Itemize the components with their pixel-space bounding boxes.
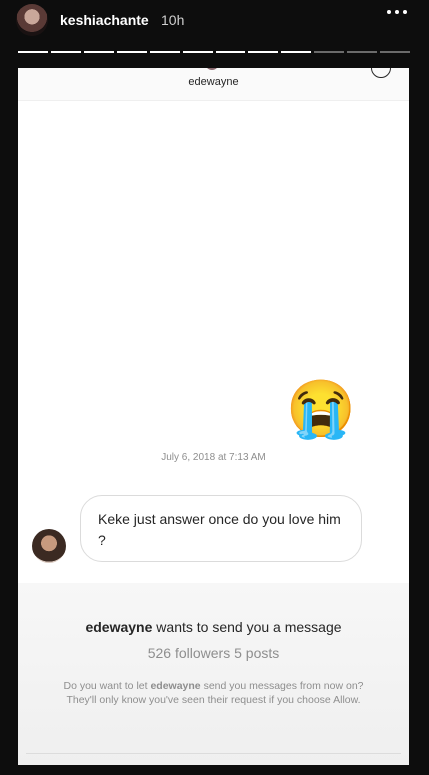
- request-wants-text: wants to send you a message: [156, 619, 342, 635]
- story-progress-segment: [215, 51, 246, 53]
- sender-avatar[interactable]: [32, 529, 66, 563]
- chat-header-avatar: [205, 68, 219, 70]
- request-title: edewayne wants to send you a message: [18, 619, 409, 635]
- divider: [26, 753, 401, 754]
- story-progress-segment: [149, 51, 180, 53]
- story-time: 10h: [161, 12, 185, 28]
- more-options-icon[interactable]: [387, 10, 407, 14]
- story-progress-bar: [18, 51, 411, 53]
- message-bubble: Keke just answer once do you love him ?: [80, 495, 362, 562]
- story-author-username[interactable]: keshiachante: [60, 12, 149, 28]
- story-header: keshiachante 10h: [0, 0, 429, 68]
- request-stats: 526 followers 5 posts: [18, 645, 409, 661]
- story-progress-segment: [182, 51, 213, 53]
- story-progress-segment: [380, 51, 411, 53]
- request-description: Do you want to let edewayne send you mes…: [58, 679, 369, 707]
- request-username[interactable]: edewayne: [85, 619, 152, 635]
- posts-count: 5 posts: [234, 645, 280, 661]
- message-text: Keke just answer once do you love him ?: [98, 511, 341, 548]
- chat-title: edewayne: [188, 76, 239, 88]
- desc-username: edewayne: [150, 680, 201, 692]
- story-progress-segment: [50, 51, 81, 53]
- story-author-avatar[interactable]: [16, 4, 48, 36]
- crying-emoji: 😭: [286, 377, 356, 440]
- story-progress-segment: [83, 51, 114, 53]
- message-timestamp: July 6, 2018 at 7:13 AM: [161, 452, 266, 463]
- story-progress-segment: [18, 51, 48, 53]
- story-progress-segment: [248, 51, 279, 53]
- chat-header: edewayne: [18, 68, 409, 101]
- desc-prefix: Do you want to let: [63, 680, 148, 692]
- story-progress-segment: [347, 51, 378, 53]
- dm-screenshot: edewayne 😭 July 6, 2018 at 7:13 AM Keke …: [18, 68, 409, 765]
- followers-count: 526 followers: [147, 645, 231, 661]
- story-progress-segment: [281, 51, 312, 53]
- story-progress-segment: [314, 51, 345, 53]
- message-request-panel: edewayne wants to send you a message 526…: [18, 583, 409, 765]
- story-progress-segment: [116, 51, 147, 53]
